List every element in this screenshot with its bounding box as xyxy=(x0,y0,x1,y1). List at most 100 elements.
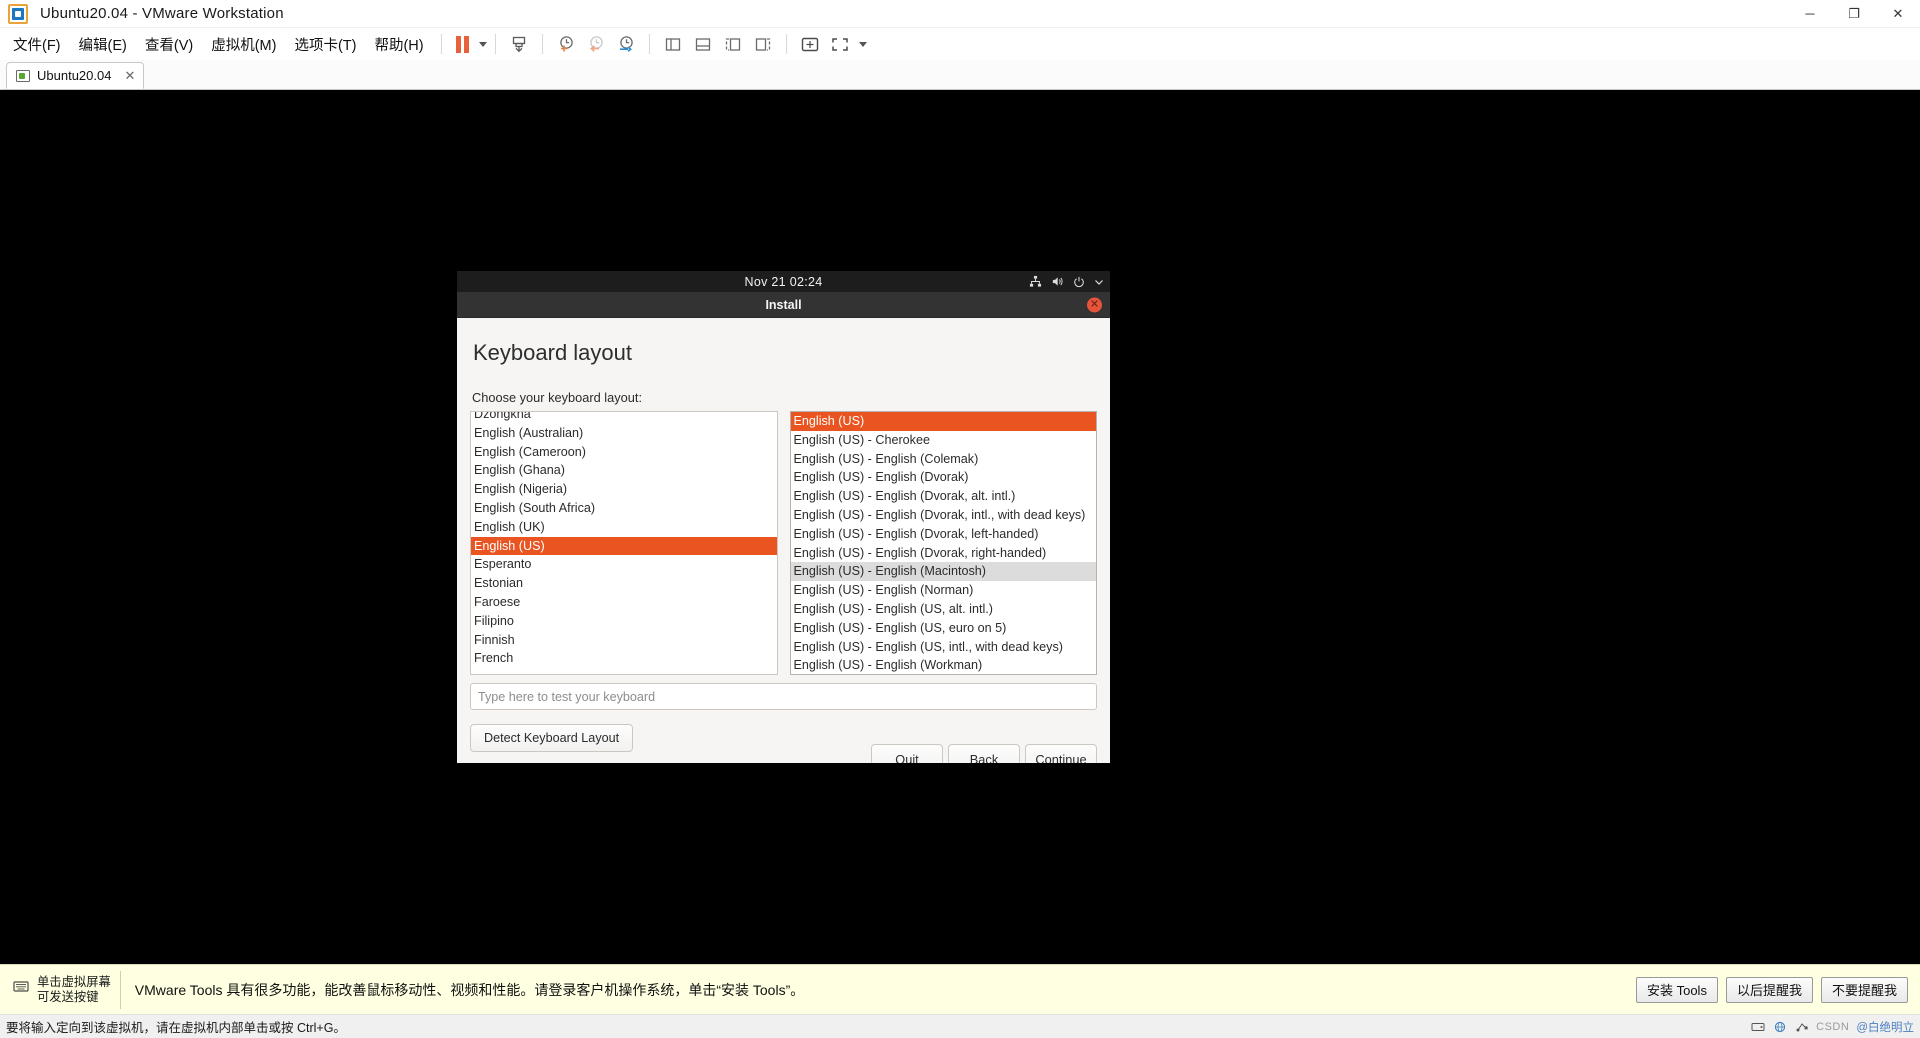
guest.installer.left_list-item[interactable]: French xyxy=(471,649,777,668)
tabbar: Ubuntu20.04 ✕ xyxy=(0,60,1920,90)
detect-keyboard-layout-button[interactable]: Detect Keyboard Layout xyxy=(470,724,634,752)
guest.installer.left_list-item[interactable]: Finnish xyxy=(471,631,777,650)
volume-icon[interactable] xyxy=(1051,275,1064,288)
remind-me-later-button[interactable]: 以后提醒我 xyxy=(1725,976,1813,1003)
vm-thumbnail-icon xyxy=(16,69,30,82)
installer-body: Keyboard layout Choose your keyboard lay… xyxy=(457,318,1110,763)
installer-nav-buttons: Quit Back Continue xyxy=(871,744,1097,763)
guest.installer.left_list-item[interactable]: English (South Africa) xyxy=(471,499,777,518)
page-title: Keyboard layout xyxy=(473,340,632,365)
show-thumbnail-bar-icon[interactable] xyxy=(688,31,718,57)
installer-titlebar: Install ✕ xyxy=(457,292,1110,318)
usb-icon[interactable] xyxy=(1794,1019,1809,1034)
statusbar: 要将输入定向到该虚拟机，请在虚拟机内部单击或按 Ctrl+G。 CSDN @白绝… xyxy=(0,1014,1920,1038)
menu-edit[interactable]: 编辑(E) xyxy=(70,29,136,60)
back-button[interactable]: Back xyxy=(948,744,1020,763)
keyboard-test-input[interactable]: Type here to test your keyboard xyxy=(470,683,1097,710)
window-controls: ─ ❐ ✕ xyxy=(1788,0,1920,28)
quit-button[interactable]: Quit xyxy=(871,744,943,763)
snapshot-take-icon[interactable] xyxy=(551,31,581,57)
send-ctrl-alt-del-icon[interactable] xyxy=(504,31,534,57)
install-tools-button[interactable]: 安装 Tools xyxy=(1635,976,1718,1003)
close-button[interactable]: ✕ xyxy=(1876,0,1920,28)
network-icon[interactable] xyxy=(1772,1019,1787,1034)
toolbar-divider xyxy=(648,34,650,54)
tab-ubuntu2004[interactable]: Ubuntu20.04 ✕ xyxy=(6,62,145,89)
guest.installer.left_list-item[interactable]: Esperanto xyxy=(471,555,777,574)
guest.installer.left_list-item[interactable]: Filipino xyxy=(471,612,777,631)
clock[interactable]: Nov 21 02:24 xyxy=(745,275,823,289)
installer-title: Install xyxy=(765,297,802,312)
guest.installer.right_list-item[interactable]: English (US) - English (Workman) xyxy=(791,656,1097,674)
network-icon[interactable] xyxy=(1029,275,1042,288)
system-tray xyxy=(1029,271,1104,292)
statusbar-devices: CSDN @白绝明立 xyxy=(1750,1019,1914,1035)
menubar: 文件(F) 编辑(E) 查看(V) 虚拟机(M) 选项卡(T) 帮助(H) xyxy=(0,28,1920,60)
gnome-topbar: Nov 21 02:24 xyxy=(457,271,1110,292)
guest.installer.right_list-item[interactable]: English (US) - Cherokee xyxy=(791,431,1097,450)
snapshot-manager-icon[interactable] xyxy=(611,31,641,57)
notification-buttons: 安装 Tools 以后提醒我 不要提醒我 xyxy=(1635,976,1914,1003)
guest.installer.right_list-item[interactable]: English (US) - English (Dvorak, left-han… xyxy=(791,525,1097,544)
minimize-button[interactable]: ─ xyxy=(1788,0,1832,28)
guest.installer.right_list-item[interactable]: English (US) - English (Dvorak, alt. int… xyxy=(791,487,1097,506)
guest.installer.left_list-item[interactable]: English (Australian) xyxy=(471,424,777,443)
vmware-logo-icon xyxy=(8,3,28,24)
window-title: Ubuntu20.04 - VMware Workstation xyxy=(40,5,284,22)
guest.installer.right_list-item[interactable]: English (US) - English (Dvorak, right-ha… xyxy=(791,544,1097,563)
tab-label: Ubuntu20.04 xyxy=(37,68,112,83)
guest.installer.right_list-item[interactable]: English (US) - English (US, euro on 5) xyxy=(791,619,1097,638)
menu-vm[interactable]: 虚拟机(M) xyxy=(202,29,285,60)
tab-close-icon[interactable]: ✕ xyxy=(124,69,135,82)
guest.installer.right_list-item[interactable]: English (US) - English (Colemak) xyxy=(791,450,1097,469)
guest.installer.right_list-item[interactable]: English (US) - English (US, alt. intl.) xyxy=(791,600,1097,619)
menu-view[interactable]: 查看(V) xyxy=(136,29,202,60)
statusbar-message: 要将输入定向到该虚拟机，请在虚拟机内部单击或按 Ctrl+G。 xyxy=(6,1021,346,1035)
power-icon[interactable] xyxy=(1073,276,1085,288)
toolbar-divider xyxy=(785,34,787,54)
keyboard-variant-list[interactable]: English (US) English (US) - Cherokee Engli… xyxy=(789,411,1097,675)
guest.installer.left_list-item[interactable]: English (Cameroon) xyxy=(471,443,777,462)
toolbar-divider xyxy=(440,34,442,54)
guest.installer.left_list-item[interactable]: English (US) xyxy=(471,536,777,556)
pause-button[interactable] xyxy=(450,35,475,53)
chevron-down-icon[interactable] xyxy=(1094,277,1104,287)
guest.installer.left_list-item[interactable]: Dzongkha xyxy=(471,412,777,424)
vmware-workstation-window: Ubuntu20.04 - VMware Workstation ─ ❐ ✕ 文… xyxy=(0,0,1920,1038)
vmware-tools-notification-bar: 单击虚拟屏幕 可发送按键 VMware Tools 具有很多功能，能改善鼠标移动… xyxy=(0,964,1920,1014)
unity-mode-icon[interactable] xyxy=(795,31,825,57)
menu-file[interactable]: 文件(F) xyxy=(4,29,70,60)
never-remind-button[interactable]: 不要提醒我 xyxy=(1820,976,1908,1003)
harddisk-icon[interactable] xyxy=(1750,1019,1765,1034)
guest.installer.left_list-item[interactable]: Faroese xyxy=(471,593,777,612)
fullscreen-dropdown-caret-icon[interactable] xyxy=(858,41,867,47)
keyboard-language-list[interactable]: Dzongkha English (Australian) English (Cam… xyxy=(470,411,778,675)
hint-line-1: 单击虚拟屏幕 xyxy=(37,974,111,989)
vm-display[interactable]: Nov 21 02:24 Install ✕ Keyboard layout C… xyxy=(0,90,1920,964)
guest.installer.left_list-item[interactable]: Estonian xyxy=(471,574,777,593)
hide-console-view-icon[interactable] xyxy=(748,31,778,57)
guest.installer.right_list-item[interactable]: English (US) - English (Macintosh) xyxy=(790,562,1096,582)
guest.installer.right_list-item[interactable]: English (US) - English (Dvorak, intl., w… xyxy=(791,506,1097,525)
guest.installer.left_list-item[interactable]: English (UK) xyxy=(471,518,777,537)
show-console-view-icon[interactable] xyxy=(718,31,748,57)
guest.installer.right_list-item[interactable]: English (US) - English (US, intl., with … xyxy=(791,638,1097,657)
show-library-icon[interactable] xyxy=(658,31,688,57)
menu-help[interactable]: 帮助(H) xyxy=(365,29,432,60)
continue-button[interactable]: Continue xyxy=(1025,744,1097,763)
maximize-button[interactable]: ❐ xyxy=(1832,0,1876,28)
snapshot-revert-icon[interactable] xyxy=(581,31,611,57)
guest.installer.left_list-item[interactable]: English (Nigeria) xyxy=(471,480,777,499)
guest.installer.right_list-item[interactable]: English (US) xyxy=(790,412,1096,431)
guest.installer.right_list-item[interactable]: English (US) - English (Norman) xyxy=(791,581,1097,600)
guest.installer.left_list-item[interactable]: English (Ghana) xyxy=(471,461,777,480)
fullscreen-icon[interactable] xyxy=(825,31,855,57)
toolbar-divider xyxy=(494,34,496,54)
installer-close-button[interactable]: ✕ xyxy=(1087,297,1102,312)
ubuntu-installer-window: Nov 21 02:24 Install ✕ Keyboard layout C… xyxy=(457,271,1110,763)
titlebar: Ubuntu20.04 - VMware Workstation ─ ❐ ✕ xyxy=(0,0,1920,28)
dropdown-caret-icon[interactable] xyxy=(478,41,487,47)
watermark-user: @白绝明立 xyxy=(1856,1021,1914,1034)
menu-tabs[interactable]: 选项卡(T) xyxy=(285,29,365,60)
guest.installer.right_list-item[interactable]: English (US) - English (Dvorak) xyxy=(791,468,1097,487)
